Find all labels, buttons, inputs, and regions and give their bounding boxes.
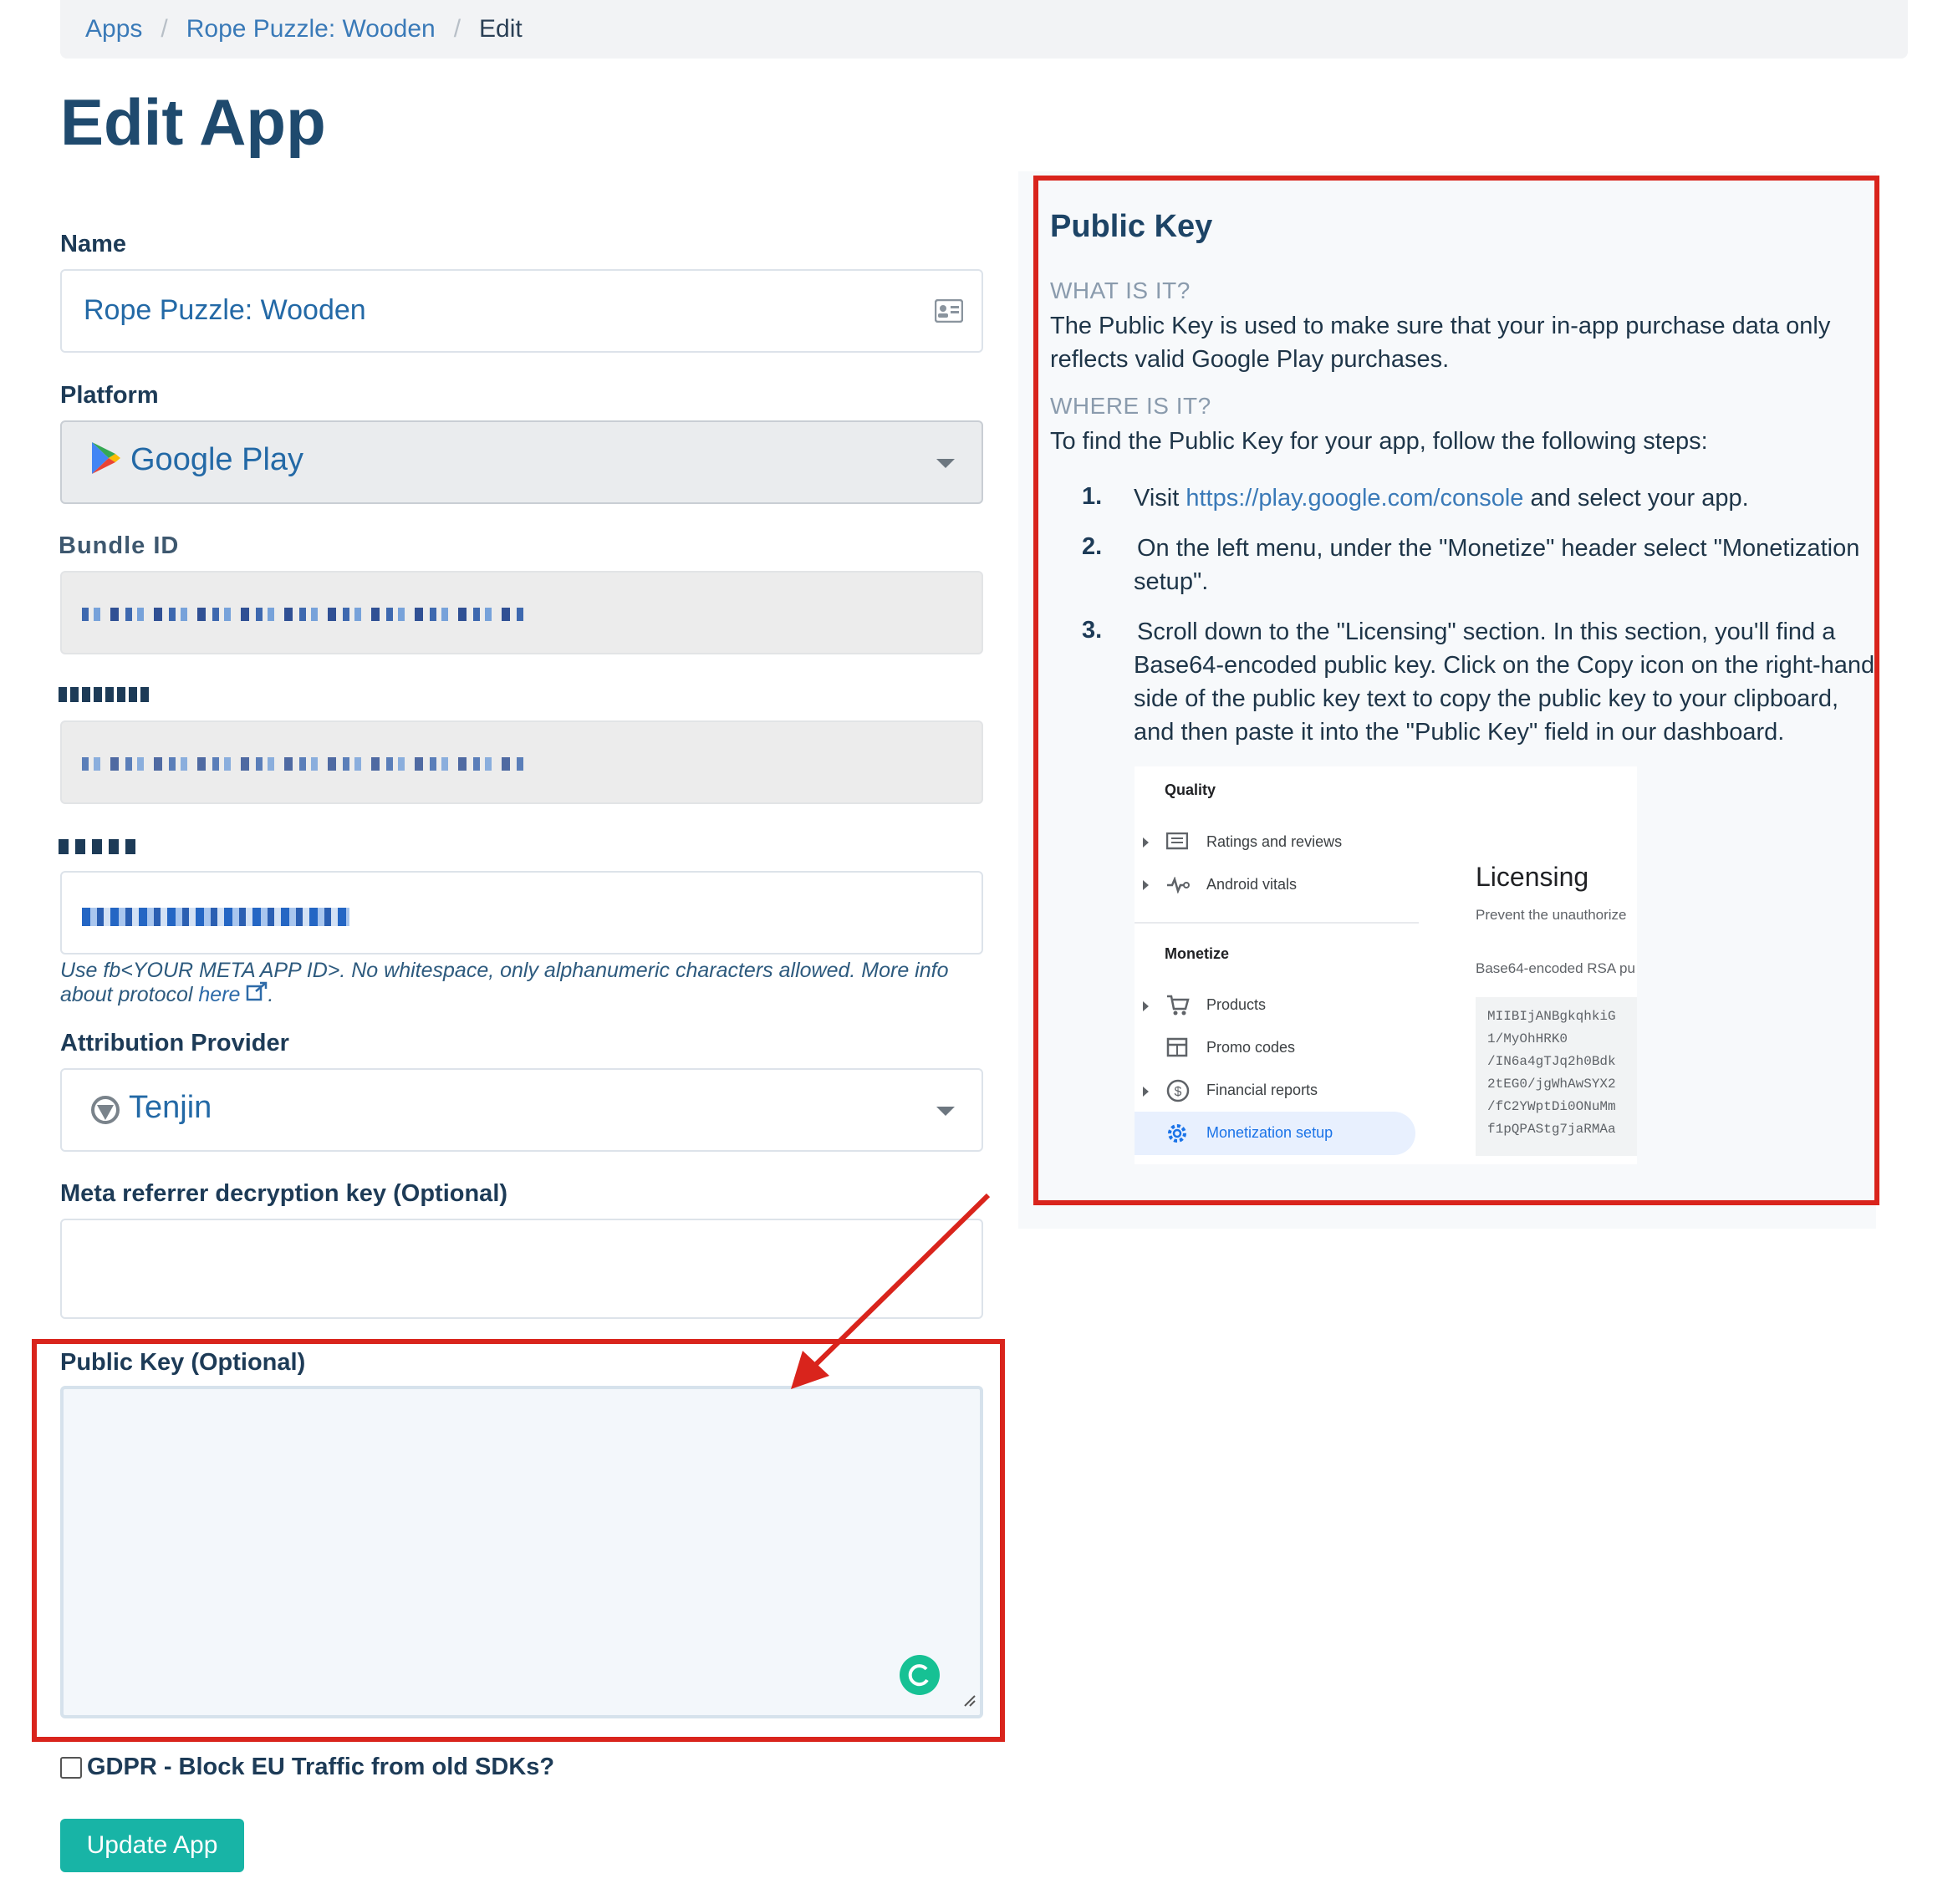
step-number: 3.	[1082, 617, 1103, 644]
expand-arrow-icon	[1143, 1001, 1149, 1011]
public-key-label: Public Key (Optional)	[60, 1349, 306, 1376]
gdpr-checkbox-row[interactable]: GDPR - Block EU Traffic from old SDKs?	[60, 1754, 554, 1781]
url-scheme-input[interactable]	[60, 871, 983, 955]
breadcrumb-separator: /	[453, 15, 461, 43]
dollar-icon: $	[1166, 1079, 1190, 1107]
chevron-down-icon	[936, 1107, 955, 1116]
nav-products: Products	[1206, 996, 1267, 1013]
what-line-1: The Public Key is used to make sure that…	[1050, 313, 1831, 339]
contact-card-icon	[934, 298, 964, 327]
google-play-icon	[90, 440, 122, 480]
where-text: To find the Public Key for your app, fol…	[1050, 428, 1708, 455]
expand-arrow-icon	[1143, 1087, 1149, 1097]
quality-header: Quality	[1165, 781, 1216, 798]
expand-arrow-icon	[1143, 880, 1149, 890]
name-input-value: Rope Puzzle: Wooden	[84, 294, 366, 326]
resize-handle-icon[interactable]	[963, 1694, 976, 1712]
reviews-icon	[1165, 832, 1189, 857]
console-screenshot: Quality Ratings and reviews Android vita…	[1135, 766, 1637, 1164]
nav-financial-reports: Financial reports	[1206, 1082, 1318, 1098]
external-link-icon[interactable]	[246, 981, 268, 1006]
breadcrumb: Apps / Rope Puzzle: Wooden / Edit	[60, 0, 1908, 59]
svg-text:$: $	[1175, 1085, 1182, 1099]
step-1-post: and select your app.	[1530, 485, 1749, 512]
promo-icon	[1166, 1037, 1188, 1061]
help-text-body: Use fb<YOUR META APP ID>. No whitespace,…	[60, 959, 949, 1006]
name-label: Name	[60, 231, 126, 257]
monetize-header: Monetize	[1165, 945, 1230, 962]
redacted-field-label	[59, 839, 142, 854]
chevron-down-icon	[936, 459, 955, 468]
what-heading: WHAT IS IT?	[1050, 277, 1191, 303]
update-app-button[interactable]: Update App	[60, 1819, 244, 1872]
breadcrumb-current: Edit	[479, 15, 523, 43]
redacted-bundle-value	[82, 608, 525, 621]
rsa-key-line: f1pQPAStg7jaRMAa	[1487, 1122, 1616, 1137]
step-number: 2.	[1082, 533, 1103, 560]
what-line-2: reflects valid Google Play purchases.	[1050, 346, 1450, 373]
step-3-line-4: and then paste it into the "Public Key" …	[1134, 719, 1785, 746]
step-2-line-1: On the left menu, under the "Monetize" h…	[1137, 535, 1860, 562]
platform-select-value: Google Play	[130, 442, 304, 477]
nav-monetization-setup: Monetization setup	[1135, 1112, 1415, 1155]
grammarly-icon[interactable]	[900, 1655, 940, 1695]
cart-icon	[1166, 995, 1190, 1021]
gdpr-label: GDPR - Block EU Traffic from old SDKs?	[87, 1754, 555, 1780]
page-title: Edit App	[60, 85, 326, 159]
step-3-line-3: side of the public key text to copy the …	[1134, 685, 1839, 712]
bundle-id-label: Bundle ID	[59, 532, 180, 559]
public-key-textarea[interactable]	[60, 1386, 983, 1718]
help-link[interactable]: here	[198, 983, 240, 1006]
rsa-key-line: /fC2YWptDi0ONuMm	[1487, 1099, 1616, 1114]
name-input[interactable]: Rope Puzzle: Wooden	[60, 269, 983, 353]
expand-arrow-icon	[1143, 837, 1149, 848]
breadcrumb-app-link[interactable]: Rope Puzzle: Wooden	[186, 15, 436, 43]
meta-key-label: Meta referrer decryption key (Optional)	[60, 1180, 508, 1207]
breadcrumb-apps-link[interactable]: Apps	[85, 15, 142, 43]
vitals-icon	[1166, 876, 1190, 898]
rsa-key-box: MIIBIjANBgkqhkiG 1/MyOhHRK0 /IN6a4gTJq2h…	[1476, 997, 1637, 1156]
step-3-line-1: Scroll down to the "Licensing" section. …	[1137, 619, 1836, 645]
step-1-pre: Visit	[1134, 485, 1180, 512]
redacted-url-scheme-value	[82, 908, 349, 926]
attribution-select-value: Tenjin	[129, 1090, 212, 1125]
redacted-field-value	[82, 757, 525, 771]
nav-divider	[1135, 922, 1419, 924]
step-1-text: Visit https://play.google.com/console an…	[1134, 481, 1749, 515]
gear-icon	[1165, 1121, 1190, 1150]
play-console-link[interactable]: https://play.google.com/console	[1186, 485, 1523, 512]
url-scheme-help-text: Use fb<YOUR META APP ID>. No whitespace,…	[60, 959, 949, 1006]
redacted-field-input[interactable]	[60, 720, 983, 804]
platform-select[interactable]: Google Play	[60, 420, 983, 504]
attribution-select[interactable]: Tenjin	[60, 1068, 983, 1152]
annotation-arrow-icon	[791, 1193, 991, 1389]
tenjin-logo-icon	[90, 1095, 120, 1129]
rsa-key-line: 1/MyOhHRK0	[1487, 1031, 1568, 1046]
rsa-key-line: MIIBIjANBgkqhkiG	[1487, 1009, 1616, 1024]
rsa-key-line: /IN6a4gTJq2h0Bdk	[1487, 1054, 1616, 1069]
rsa-key-line: 2tEG0/jgWhAwSYX2	[1487, 1077, 1616, 1092]
licensing-description: Prevent the unauthorize	[1476, 907, 1627, 923]
breadcrumb-separator: /	[161, 15, 168, 43]
licensing-title: Licensing	[1476, 862, 1589, 892]
redacted-field-label	[59, 687, 149, 702]
bundle-id-input[interactable]	[60, 571, 983, 654]
gdpr-checkbox[interactable]	[60, 1756, 82, 1779]
where-heading: WHERE IS IT?	[1050, 393, 1211, 419]
rsa-key-label: Base64-encoded RSA pu	[1476, 960, 1635, 976]
nav-monetization-setup-label: Monetization setup	[1206, 1124, 1333, 1141]
nav-promo-codes: Promo codes	[1206, 1039, 1296, 1056]
step-3-line-2: Base64-encoded public key. Click on the …	[1134, 652, 1875, 679]
platform-label: Platform	[60, 382, 159, 409]
help-panel-title: Public Key	[1050, 209, 1213, 244]
attribution-label: Attribution Provider	[60, 1030, 289, 1056]
nav-vitals: Android vitals	[1206, 876, 1298, 893]
nav-ratings: Ratings and reviews	[1206, 833, 1343, 850]
step-number: 1.	[1082, 483, 1103, 510]
step-2-line-2: setup".	[1134, 568, 1209, 595]
